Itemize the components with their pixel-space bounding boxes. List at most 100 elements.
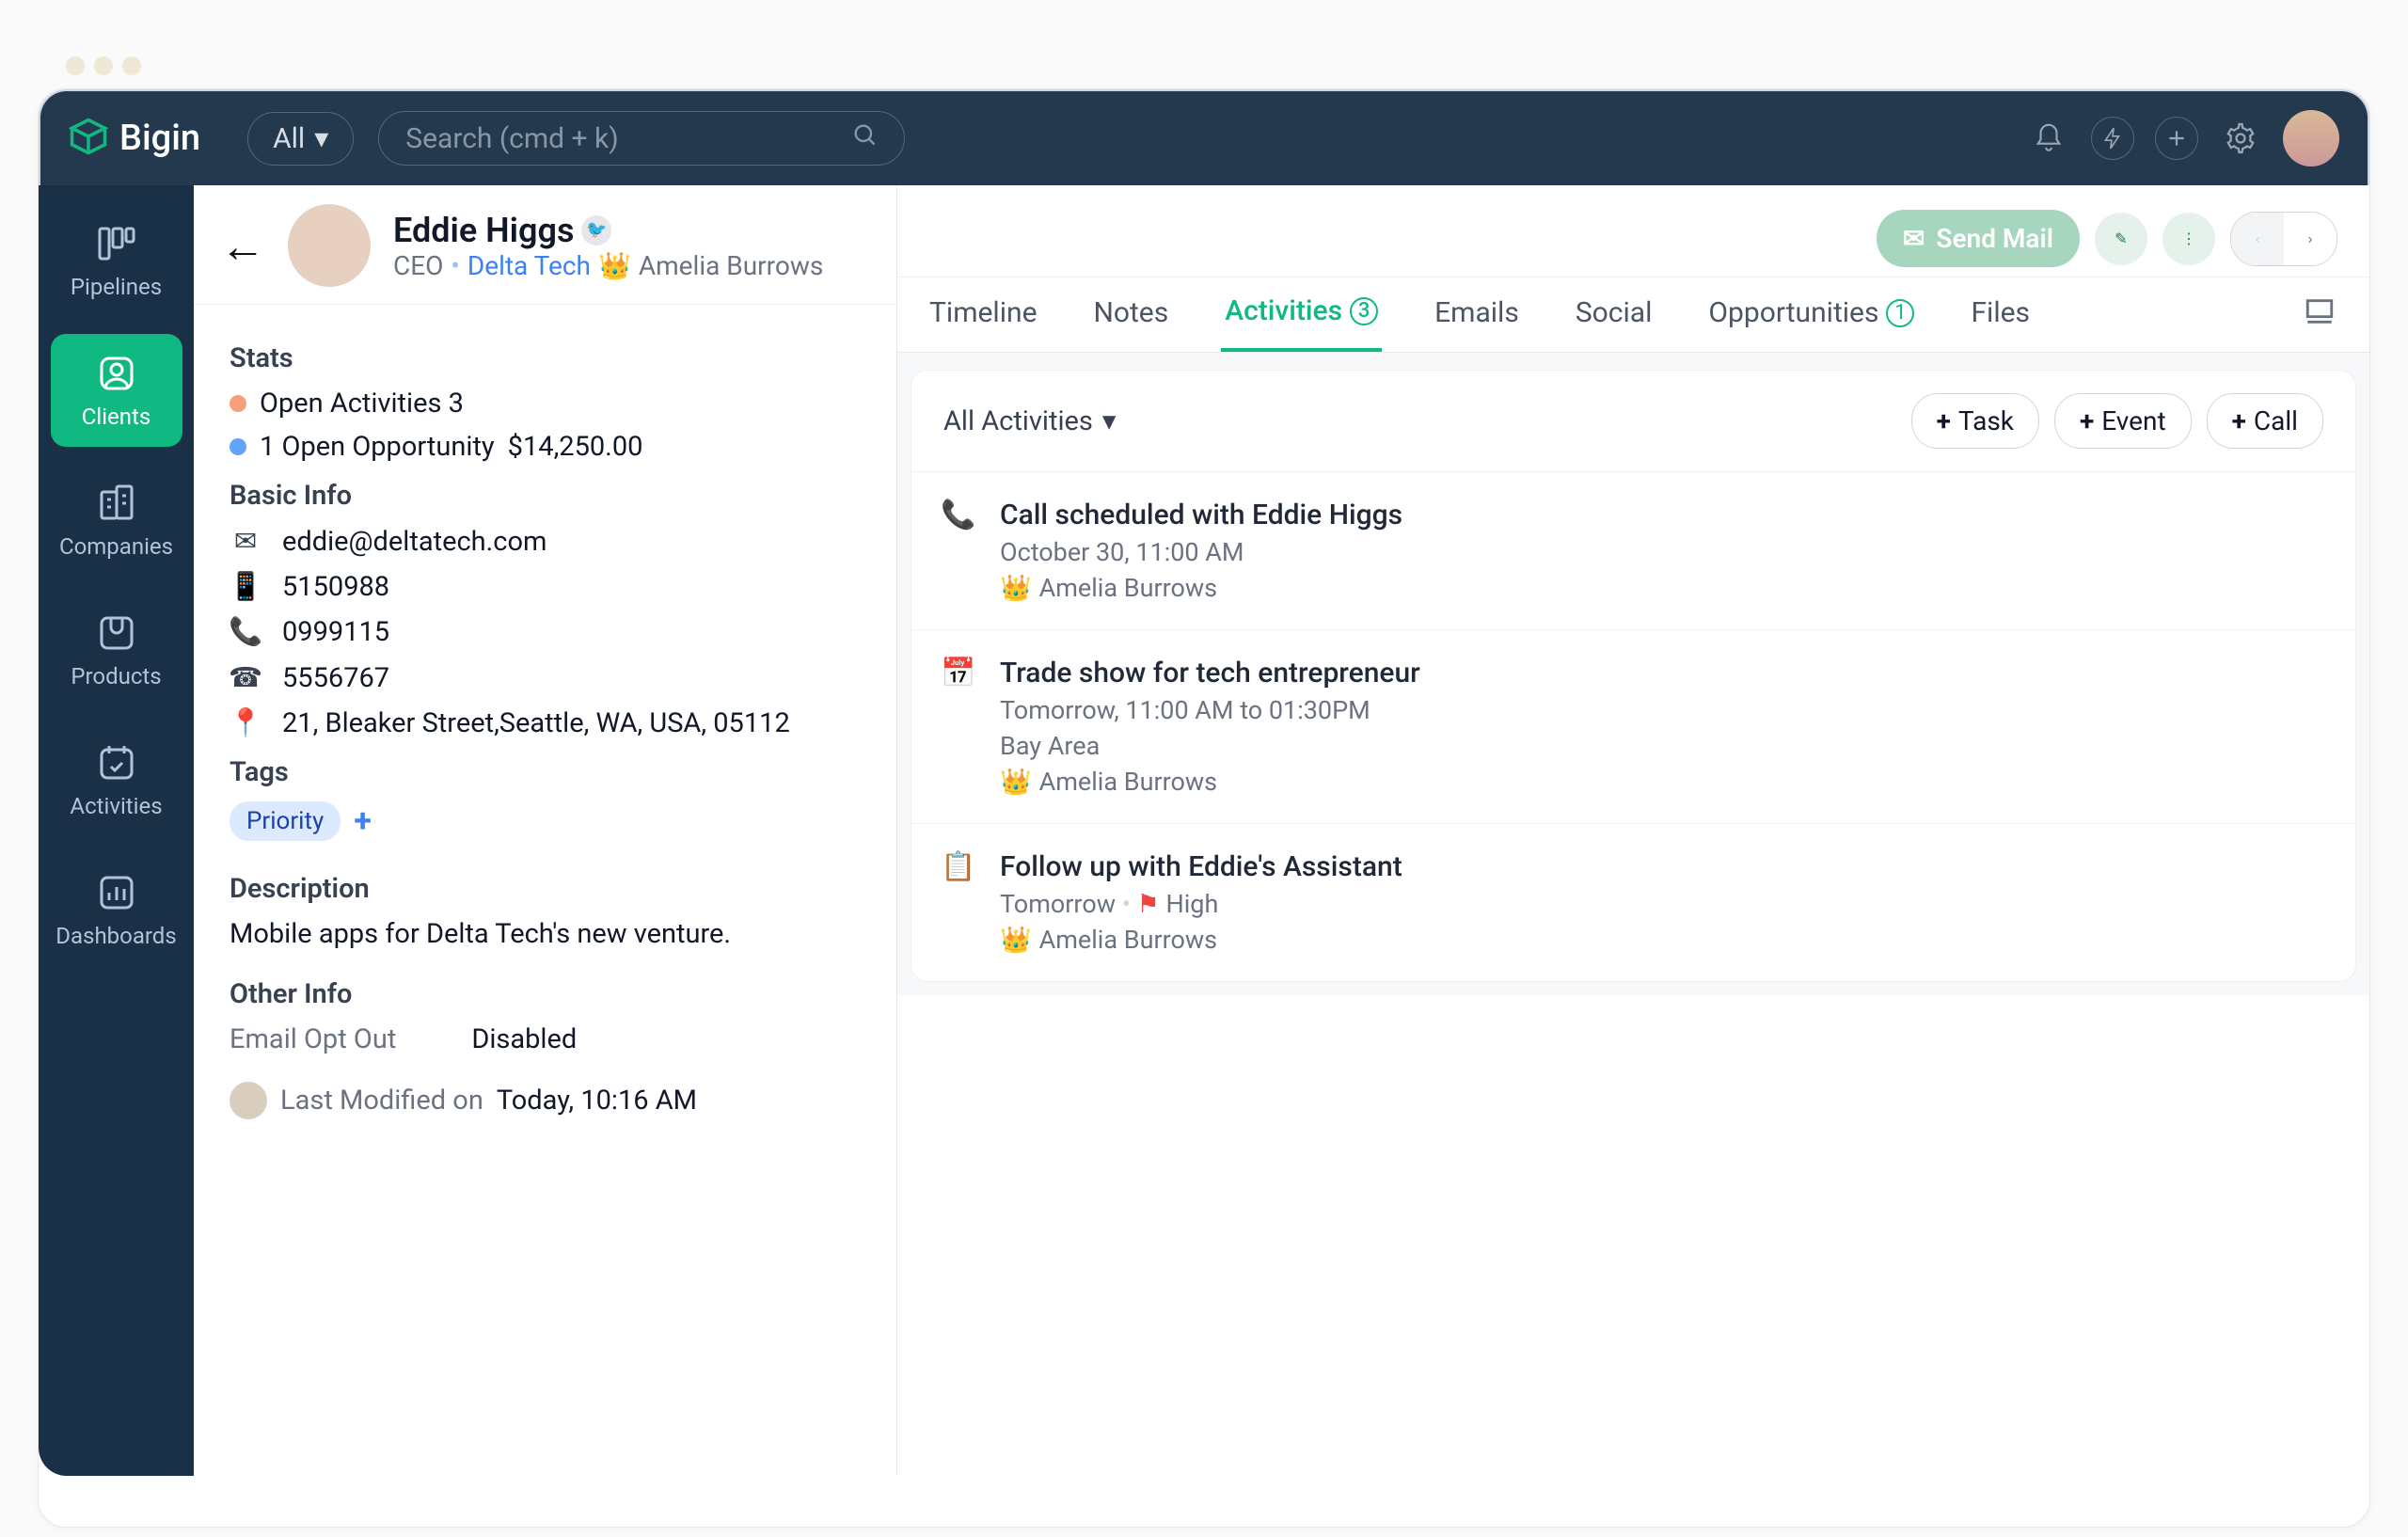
activity-where: Bay Area bbox=[1000, 731, 1420, 761]
activities-count-badge: 3 bbox=[1350, 297, 1378, 325]
phone1-row[interactable]: 📞0999115 bbox=[230, 616, 861, 648]
address-row[interactable]: 📍21, Bleaker Street,Seattle, WA, USA, 05… bbox=[230, 707, 861, 739]
bigin-logo-icon bbox=[69, 117, 108, 160]
search-icon bbox=[851, 121, 878, 155]
stat-open-opportunity[interactable]: 1 Open Opportunity$14,250.00 bbox=[230, 431, 861, 463]
search-input[interactable]: Search (cmd + k) bbox=[378, 111, 905, 166]
crown-icon: 👑 bbox=[1000, 573, 1032, 603]
optout-value: Disabled bbox=[471, 1023, 577, 1055]
call-icon: 📞 bbox=[940, 499, 977, 603]
mobile-icon: 📱 bbox=[230, 571, 261, 603]
tab-activities[interactable]: Activities3 bbox=[1221, 277, 1382, 352]
description-heading: Description bbox=[230, 873, 861, 905]
sidebar: Pipelines Clients Companies Products Act… bbox=[39, 185, 194, 1476]
add-task-button[interactable]: +Task bbox=[1911, 393, 2039, 449]
activity-owner: Amelia Burrows bbox=[1039, 925, 1218, 955]
activity-title: Call scheduled with Eddie Higgs bbox=[1000, 499, 1402, 531]
tab-notes[interactable]: Notes bbox=[1089, 279, 1172, 350]
activity-item[interactable]: 📋 Follow up with Eddie's Assistant Tomor… bbox=[911, 824, 2355, 981]
calendar-icon: 📅 bbox=[940, 657, 977, 797]
activity-owner: Amelia Burrows bbox=[1039, 573, 1218, 603]
send-mail-button[interactable]: ✉ Send Mail bbox=[1877, 210, 2080, 267]
sidebar-label: Clients bbox=[82, 404, 151, 430]
sidebar-label: Dashboards bbox=[55, 923, 176, 949]
back-button[interactable]: ← bbox=[220, 219, 265, 273]
twitter-icon[interactable]: 🐦 bbox=[581, 215, 611, 246]
tab-timeline[interactable]: Timeline bbox=[926, 279, 1040, 350]
phone-icon: 📞 bbox=[230, 616, 261, 648]
phone-icon: ☎ bbox=[230, 661, 261, 694]
mobile-row[interactable]: 📱5150988 bbox=[230, 571, 861, 603]
tab-opportunities[interactable]: Opportunities1 bbox=[1704, 279, 1918, 350]
sidebar-label: Products bbox=[71, 663, 161, 689]
activity-title: Trade show for tech entrepreneur bbox=[1000, 657, 1420, 689]
activities-filter[interactable]: All Activities▾ bbox=[943, 404, 1116, 437]
sidebar-item-pipelines[interactable]: Pipelines bbox=[51, 204, 182, 317]
activity-owner: Amelia Burrows bbox=[1039, 767, 1218, 797]
lastmod-label: Last Modified on bbox=[280, 1085, 483, 1117]
prev-button[interactable]: ‹ bbox=[2231, 213, 2284, 265]
more-button[interactable]: ⋮ bbox=[2162, 213, 2215, 265]
activity-item[interactable]: 📞 Call scheduled with Eddie Higgs Octobe… bbox=[911, 472, 2355, 630]
next-button[interactable]: › bbox=[2284, 213, 2337, 265]
send-mail-label: Send Mail bbox=[1936, 223, 2053, 254]
tab-social[interactable]: Social bbox=[1572, 279, 1656, 350]
caret-down-icon: ▾ bbox=[1102, 404, 1117, 437]
add-icon[interactable] bbox=[2155, 117, 2198, 160]
email-row[interactable]: ✉eddie@deltatech.com bbox=[230, 525, 861, 558]
app-name: Bigin bbox=[119, 118, 200, 159]
mail-icon: ✉ bbox=[230, 525, 261, 558]
tab-emails[interactable]: Emails bbox=[1431, 279, 1523, 350]
sidebar-label: Activities bbox=[70, 793, 162, 819]
sidebar-item-products[interactable]: Products bbox=[51, 594, 182, 706]
activity-item[interactable]: 📅 Trade show for tech entrepreneur Tomor… bbox=[911, 630, 2355, 824]
tag-priority[interactable]: Priority bbox=[230, 801, 341, 841]
activity-priority: High bbox=[1165, 889, 1218, 919]
contact-owner: Amelia Burrows bbox=[639, 250, 824, 281]
flag-icon: ⚑ bbox=[1137, 889, 1160, 919]
user-avatar[interactable] bbox=[2283, 110, 2339, 166]
crown-icon: 👑 bbox=[598, 250, 631, 281]
lastmod-value: Today, 10:16 AM bbox=[497, 1085, 697, 1117]
tab-files[interactable]: Files bbox=[1967, 279, 2034, 350]
gear-icon[interactable] bbox=[2219, 117, 2262, 160]
phone2-row[interactable]: ☎5556767 bbox=[230, 661, 861, 694]
sidebar-item-companies[interactable]: Companies bbox=[51, 464, 182, 577]
opportunities-count-badge: 1 bbox=[1886, 299, 1914, 327]
activity-title: Follow up with Eddie's Assistant bbox=[1000, 850, 1402, 883]
sidebar-item-clients[interactable]: Clients bbox=[51, 334, 182, 447]
bell-icon[interactable] bbox=[2027, 117, 2070, 160]
caret-down-icon: ▾ bbox=[314, 122, 328, 155]
mail-icon: ✉ bbox=[1903, 223, 1925, 254]
topbar: Bigin All ▾ Search (cmd + k) bbox=[39, 89, 2369, 185]
crown-icon: 👑 bbox=[1000, 767, 1032, 797]
stat-open-activities[interactable]: Open Activities 3 bbox=[230, 388, 861, 420]
activity-when: Tomorrow bbox=[1000, 889, 1116, 919]
scope-filter-label: All bbox=[273, 122, 305, 155]
tags-heading: Tags bbox=[230, 756, 861, 788]
scope-filter[interactable]: All ▾ bbox=[247, 112, 354, 166]
edit-button[interactable]: ✎ bbox=[2095, 213, 2147, 265]
bolt-icon[interactable] bbox=[2091, 117, 2134, 160]
search-placeholder: Search (cmd + k) bbox=[405, 122, 618, 155]
stats-heading: Stats bbox=[230, 342, 861, 374]
activity-when: Tomorrow, 11:00 AM to 01:30PM bbox=[1000, 695, 1420, 725]
company-link[interactable]: Delta Tech bbox=[467, 250, 591, 281]
sidebar-item-dashboards[interactable]: Dashboards bbox=[51, 853, 182, 966]
other-info-heading: Other Info bbox=[230, 978, 861, 1010]
add-call-button[interactable]: +Call bbox=[2207, 393, 2323, 449]
layout-toggle-icon[interactable] bbox=[2304, 295, 2341, 335]
contact-name: Eddie Higgs bbox=[393, 211, 574, 250]
contact-avatar bbox=[288, 204, 371, 287]
sidebar-item-activities[interactable]: Activities bbox=[51, 723, 182, 836]
crown-icon: 👑 bbox=[1000, 925, 1032, 955]
description-text: Mobile apps for Delta Tech's new venture… bbox=[230, 918, 861, 950]
optout-label: Email Opt Out bbox=[230, 1023, 396, 1055]
task-icon: 📋 bbox=[940, 850, 977, 955]
activity-when: October 30, 11:00 AM bbox=[1000, 537, 1402, 567]
contact-title: CEO bbox=[393, 250, 443, 281]
pin-icon: 📍 bbox=[230, 707, 261, 739]
basic-info-heading: Basic Info bbox=[230, 480, 861, 512]
add-tag-button[interactable]: + bbox=[354, 802, 372, 840]
add-event-button[interactable]: +Event bbox=[2054, 393, 2192, 449]
